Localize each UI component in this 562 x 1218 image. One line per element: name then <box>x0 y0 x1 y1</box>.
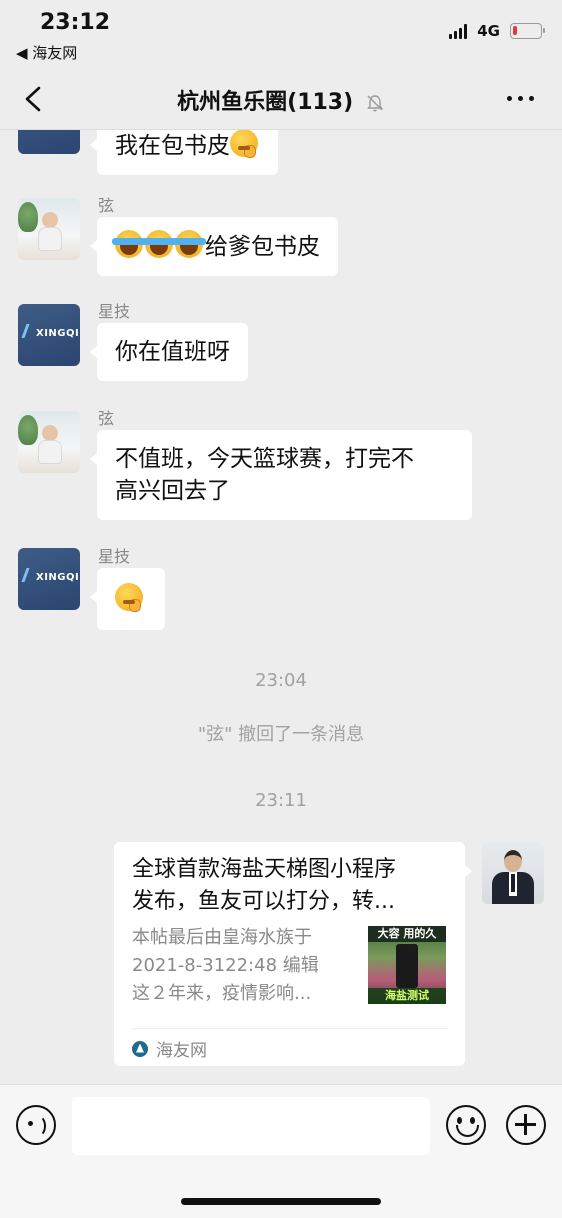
xingqi-logo-mark <box>21 568 37 582</box>
timestamp: 23:11 <box>255 790 307 811</box>
plant-graphic <box>18 415 38 445</box>
sender-name: 星技 <box>98 547 131 566</box>
thinking-emoji-icon <box>115 583 143 612</box>
message-text: 我在包书皮 <box>115 133 230 159</box>
ellipsis-icon[interactable] <box>507 96 534 101</box>
card-divider <box>132 1028 447 1029</box>
head-graphic <box>504 850 522 872</box>
child-head-graphic <box>42 425 58 441</box>
sender-name: 星技 <box>98 302 131 321</box>
card-desc-line: 本帖最后由皇海水族于 <box>132 927 312 948</box>
timestamp: 23:04 <box>255 670 307 691</box>
voice-icon[interactable] <box>16 1105 56 1145</box>
crying-laughing-emoji-icon <box>142 230 176 258</box>
thumb-bottom-text: 海盐测试 <box>368 988 446 1004</box>
card-description: 本帖最后由皇海水族于 2021-8-3122:48 编辑 这２年来，疫情影响..… <box>132 924 352 1008</box>
message-text-line: 不值班，今天篮球赛，打完不 <box>115 446 414 472</box>
message-bubble[interactable]: 你在值班呀 <box>90 323 248 381</box>
card-title: 全球首款海盐天梯图小程序 发布，鱼友可以打分，转... <box>132 854 452 918</box>
avatar-xian[interactable] <box>18 411 80 473</box>
message-text-line: 高兴回去了 <box>115 478 230 504</box>
source-name: 海友网 <box>156 1041 207 1061</box>
xingqi-logo-mark <box>21 324 37 338</box>
network-type: 4G <box>477 22 500 40</box>
card-source: 海友网 <box>132 1036 207 1061</box>
chat-title-text: 杭州鱼乐圈(113) <box>177 90 354 115</box>
mute-bell-icon <box>366 95 383 112</box>
avatar-self[interactable] <box>482 842 544 904</box>
status-time: 23:12 <box>40 10 111 35</box>
avatar-xingqi[interactable]: XINGQI <box>18 548 80 610</box>
battery-icon <box>510 23 545 39</box>
tie-graphic <box>511 874 515 892</box>
message-text: 你在值班呀 <box>115 339 230 365</box>
message-text: 给爹包书皮 <box>205 234 320 260</box>
card-thumbnail: 大容 用的久 海盐测试 <box>368 926 446 1004</box>
xingqi-logo: XINGQI <box>36 328 80 339</box>
bottle-graphic <box>396 944 418 988</box>
card-title-line: 全球首款海盐天梯图小程序 <box>132 857 397 882</box>
emoji-icon[interactable] <box>446 1105 486 1145</box>
crying-laughing-emoji-icon <box>112 230 146 258</box>
chat-area[interactable]: 我在包书皮 弦 给爹包书皮 XINGQI 星技 你在值班呀 弦 不值班，今天篮球… <box>0 0 562 1084</box>
status-indicators: 4G <box>449 22 545 40</box>
card-desc-line: 2021-8-3122:48 编辑 <box>132 955 319 976</box>
plant-graphic <box>18 202 38 232</box>
message-bubble[interactable] <box>90 568 165 630</box>
child-body-graphic <box>38 440 62 464</box>
link-card[interactable]: 全球首款海盐天梯图小程序 发布，鱼友可以打分，转... 本帖最后由皇海水族于 2… <box>114 842 472 1066</box>
message-input[interactable] <box>72 1097 430 1155</box>
child-body-graphic <box>38 227 62 251</box>
xingqi-logo: XINGQI <box>36 572 80 583</box>
return-to-app-link[interactable]: ◀ 海友网 <box>16 42 77 63</box>
card-title-line: 发布，鱼友可以打分，转... <box>132 889 395 914</box>
thumb-top-text: 大容 用的久 <box>368 926 446 942</box>
avatar-xian[interactable] <box>18 198 80 260</box>
sender-name: 弦 <box>98 196 115 215</box>
nav-bar: 杭州鱼乐圈(113) <box>0 68 562 130</box>
card-desc-line: 这２年来，疫情影响... <box>132 983 312 1004</box>
child-head-graphic <box>42 212 58 228</box>
home-indicator <box>181 1198 381 1205</box>
battery-level <box>513 26 517 35</box>
chat-title: 杭州鱼乐圈(113) <box>0 84 562 116</box>
signal-icon <box>449 23 468 39</box>
thinking-emoji-icon <box>230 129 258 158</box>
recall-notice: "弦" 撤回了一条消息 <box>197 724 365 745</box>
plus-icon[interactable] <box>506 1105 546 1145</box>
message-bubble[interactable]: 给爹包书皮 <box>90 217 338 276</box>
source-logo-icon <box>132 1040 148 1057</box>
status-bar: 23:12 ◀ 海友网 4G <box>0 0 562 68</box>
crying-laughing-emoji-icon <box>172 230 206 258</box>
avatar-xingqi[interactable]: XINGQI <box>18 304 80 366</box>
sender-name: 弦 <box>98 409 115 428</box>
message-bubble[interactable]: 不值班，今天篮球赛，打完不 高兴回去了 <box>90 430 472 520</box>
